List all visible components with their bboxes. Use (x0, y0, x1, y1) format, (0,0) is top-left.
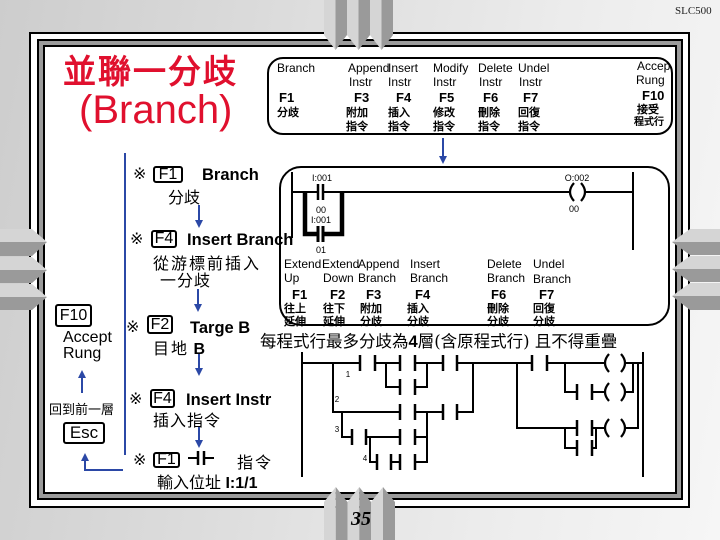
menu-item-accept-rung[interactable]: Accep Rung F10 接受 程式行 (634, 58, 672, 130)
menu-item-key: F10 (642, 88, 665, 103)
page-number: 35 (351, 508, 371, 530)
note-prefix: 每程式行最多分歧為 (260, 332, 409, 351)
input-address: I:1/1 (225, 475, 258, 492)
menu-item-chinese: 刪除 (478, 106, 500, 119)
reference-mark-icon: ※ (133, 452, 147, 469)
reference-mark-icon: ※ (129, 391, 143, 408)
menu-item-label: Modify (433, 61, 469, 75)
branch-editor-panel (279, 166, 670, 326)
reference-mark-icon: ※ (126, 319, 140, 336)
step-description-target: B (193, 341, 206, 358)
menu-item-branch[interactable]: Branch F1 分歧 (277, 60, 319, 132)
slide-content: SLC500 35 並聯一分歧 (Branch) Branch F1 分歧 Ap… (0, 0, 720, 540)
menu-item-label: Append (348, 61, 390, 75)
menu-item-chinese2: 程式行 (634, 117, 664, 128)
menu-item-label: Accep (637, 59, 671, 73)
step-description: 分歧 (168, 188, 201, 207)
step-description: 從游標前插入 (153, 254, 262, 273)
back-to-previous-level-label: 回到前一層 (49, 403, 115, 418)
function-key-f2: F2 (147, 315, 173, 334)
menu-item-chinese2: 指令 (346, 120, 368, 133)
menu-item-label2: Rung (636, 73, 665, 87)
function-key-f10: F10 (55, 304, 92, 327)
reference-mark-icon: ※ (133, 166, 147, 183)
menu-item-chinese: 分歧 (277, 106, 299, 119)
function-key-f1: F1 (153, 166, 183, 183)
menu-item-key: F1 (279, 90, 295, 105)
menu-item-label: Undel (518, 61, 550, 75)
menu-item-key: F4 (396, 90, 412, 105)
menu-item-delete-instr[interactable]: Delete Instr F6 刪除 指令 (478, 60, 520, 132)
menu-item-key: F5 (439, 90, 455, 105)
esc-key: Esc (63, 422, 105, 444)
menu-item-chinese2: 指令 (478, 120, 500, 133)
menu-item-label: Delete (478, 61, 513, 75)
menu-item-chinese: 回復 (518, 106, 540, 119)
note-level-count: 4 (408, 333, 418, 351)
menu-item-undel-instr[interactable]: Undel Instr F7 回復 指令 (518, 60, 560, 132)
menu-item-label2: Instr (388, 75, 412, 89)
step-label: Insert Branch (187, 231, 294, 249)
menu-item-key: F6 (483, 90, 499, 105)
step-label: Branch (202, 166, 259, 184)
menu-item-chinese2: 指令 (518, 120, 540, 133)
step-description: 目地 B (153, 341, 205, 358)
step-description-line2: 一分歧 (160, 271, 212, 290)
step-label: 指令 (237, 453, 274, 472)
function-key-f4: F4 (150, 389, 175, 408)
menu-item-label2: Instr (349, 75, 373, 89)
menu-item-chinese2: 指令 (388, 120, 410, 133)
step-description-text: 目地 (153, 339, 190, 358)
menu-item-insert-instr[interactable]: Insert Instr F4 插入 指令 (388, 60, 430, 132)
menu-item-label2: Instr (433, 75, 457, 89)
step-description-text: 輸入位址 (157, 473, 222, 492)
menu-item-append-instr[interactable]: Append Instr F3 附加 指令 (346, 60, 390, 133)
step-label: Insert Instr (186, 391, 272, 409)
page-title-chinese: 並聯一分歧 (63, 52, 238, 91)
step-description: 插入指令 (153, 411, 222, 430)
accept-rung-line1: Accept (63, 329, 112, 346)
menu-item-chinese: 修改 (433, 106, 455, 119)
branch-limit-note: 每程式行最多分歧為4層(含原程式行) 且不得重疊 (260, 332, 618, 351)
menu-item-chinese: 插入 (388, 106, 410, 119)
menu-item-label2: Instr (519, 75, 543, 89)
menu-item-chinese: 附加 (346, 106, 368, 119)
function-key-f4: F4 (151, 230, 177, 248)
step-description: 輸入位址 I:1/1 (157, 475, 257, 492)
menu-item-label: Insert (388, 61, 419, 75)
menu-item-key: F7 (523, 90, 539, 105)
menu-item-chinese: 接受 (637, 103, 659, 116)
reference-mark-icon: ※ (130, 231, 144, 248)
menu-item-key: F3 (354, 90, 370, 105)
menu-item-label: Branch (277, 61, 316, 75)
menu-item-modify-instr[interactable]: Modify Instr F5 修改 指令 (433, 60, 475, 132)
step-label: Targe B (190, 319, 251, 337)
page-title-english: (Branch) (79, 88, 233, 132)
menu-item-label2: Instr (479, 75, 503, 89)
product-label: SLC500 (675, 5, 712, 17)
accept-rung-line2: Rung (63, 345, 102, 362)
note-suffix: 層(含原程式行) 且不得重疊 (417, 332, 618, 351)
function-key-f1: F1 (153, 452, 180, 468)
menu-item-chinese2: 指令 (433, 120, 455, 133)
